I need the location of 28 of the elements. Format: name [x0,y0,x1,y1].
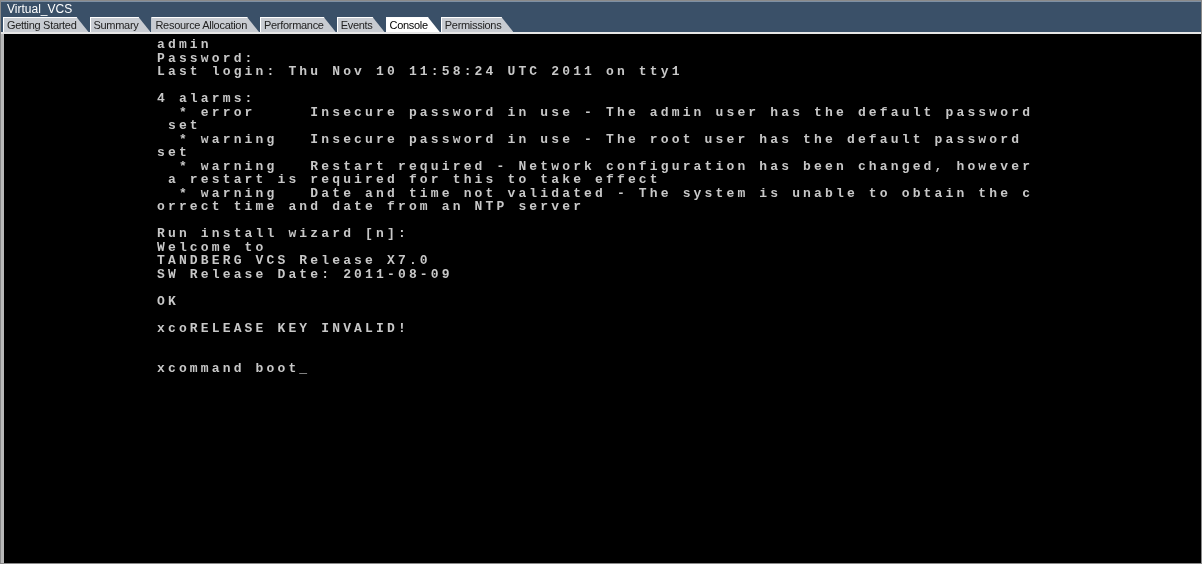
tab[interactable]: Performance [260,17,336,32]
console-screen[interactable] [1,34,1201,563]
console-line: admin [157,38,213,52]
tab[interactable]: Getting Started [3,17,89,32]
console-line: 4 alarms: [157,92,257,106]
console-line: OK [157,294,180,308]
tab[interactable]: Events [336,17,385,32]
tab[interactable]: Permissions [440,17,514,32]
console-line: a restart is required for this to take effect [166,173,661,187]
window-title: Virtual_VCS [1,1,1201,16]
console-line: * warning Insecure password in use - The root user has the default password [177,132,1024,146]
console-line: Run install wizard [n]: [157,227,410,241]
console-line: xcoRELEASE KEY INVALID! [157,321,410,335]
console-line: orrect time and date from an NTP server [157,200,586,214]
console-line: set [157,146,191,160]
console-line: * warning Restart required - Network configuration has been changed, however [177,159,1035,173]
console-line: Last login: Thu Nov 10 11:58:24 UTC 2011 on tty1 [157,65,684,79]
console-line: * warning Date and time not validated - The system is unable to obtain the c [177,186,1035,200]
console-line: Password: [157,51,257,65]
console-line: set [166,119,202,133]
tab[interactable]: Summary [89,17,151,32]
console-line: SW Release Date: 2011-08-09 [157,267,454,281]
console-line: * error Insecure password in use - The admin user has the default password [177,105,1035,119]
console-line: TANDBERG VCS Release X7.0 [157,254,432,268]
tab[interactable]: Console [385,17,440,32]
console-line: xcommand boot_ [157,362,312,376]
console-line: Welcome to [157,240,268,254]
tab[interactable]: Resource Allocation [151,17,259,32]
